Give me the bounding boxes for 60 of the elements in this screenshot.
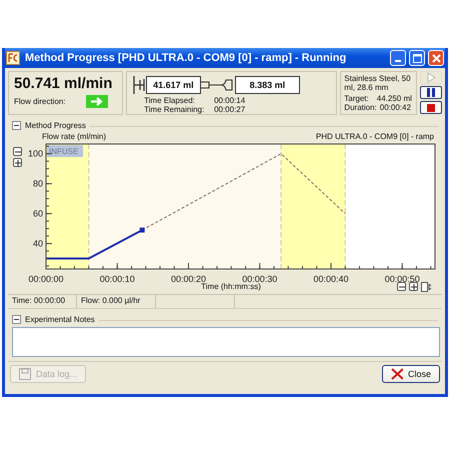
x-tick-label: 00:00:30 xyxy=(242,274,278,284)
time-remaining-label: Time Remaining: xyxy=(144,105,206,114)
plus-icon xyxy=(410,284,417,290)
x-axis-title: Time (hh:mm:ss) xyxy=(201,282,261,291)
stop-icon xyxy=(427,104,435,112)
current-point-marker xyxy=(140,228,145,233)
close-dialog-button[interactable]: Close xyxy=(382,365,440,383)
plunger-icon xyxy=(132,74,146,96)
phase-label: INFUSE xyxy=(47,145,83,157)
close-icon xyxy=(391,368,403,380)
zoom-out-button[interactable] xyxy=(13,147,22,156)
pause-button[interactable] xyxy=(420,86,442,99)
maximize-icon xyxy=(412,54,422,62)
x-tick-label: 00:00:50 xyxy=(384,274,420,284)
duration-value: 00:00:42 xyxy=(380,103,411,112)
flow-direction-label: Flow direction: xyxy=(14,97,66,106)
time-elapsed: 00:00:14 xyxy=(214,96,246,105)
close-icon xyxy=(432,54,440,62)
delivered-volume: 8.383 ml xyxy=(234,76,300,94)
status-text: Flow: 0.000 µl/hr xyxy=(77,295,156,308)
collapse-icon[interactable] xyxy=(12,315,21,324)
stop-button[interactable] xyxy=(420,101,442,114)
notes-field[interactable] xyxy=(12,327,440,357)
fit-view-icon[interactable] xyxy=(421,282,432,292)
minus-icon xyxy=(398,284,405,290)
time-remaining: 00:00:27 xyxy=(214,105,246,114)
y-tick-label: 100 xyxy=(28,148,43,159)
pause-icon xyxy=(426,88,436,97)
collapse-icon[interactable] xyxy=(12,121,21,130)
app-icon xyxy=(6,51,20,65)
x-tick-label: 00:00:20 xyxy=(170,274,206,284)
zoom-in-button[interactable] xyxy=(13,158,22,167)
x-tick-label: 00:00:10 xyxy=(100,274,135,284)
play-icon xyxy=(426,72,436,83)
minimize-button[interactable] xyxy=(390,50,406,66)
group-title: Method Progress xyxy=(25,121,86,130)
y-tick-label: 40 xyxy=(32,238,43,249)
maximize-button[interactable] xyxy=(409,50,425,66)
window-title: Method Progress [PHD ULTRA.0 - COM9 [0] - ramp] - Running xyxy=(25,52,346,64)
zoom-in-button[interactable] xyxy=(409,282,418,291)
flow-rate: 50.741 ml/min xyxy=(14,75,114,92)
x-tick-label: 00:00:40 xyxy=(313,274,348,284)
band-label: INFUSE xyxy=(49,147,78,156)
y-tick-label: 60 xyxy=(32,208,43,219)
duration-label: Duration: xyxy=(344,103,377,112)
x-tick-label: 00:00:00 xyxy=(28,274,64,284)
y-tick-label: 80 xyxy=(32,178,43,189)
target-value: 44.250 ml xyxy=(376,94,412,103)
plus-icon xyxy=(14,160,20,166)
y-axis-title: Flow rate (ml/min) xyxy=(42,132,106,141)
status-text: Time: 00:00:00 xyxy=(8,295,77,308)
syringe-description: Stainless Steel, 50 ml, 28.6 mm xyxy=(344,74,412,92)
syringe-volume: 41.617 ml xyxy=(146,76,201,94)
zoom-out-button[interactable] xyxy=(397,282,406,291)
chart-title: PHD ULTRA.0 - COM9 [0] - ramp xyxy=(316,132,434,141)
close-button[interactable] xyxy=(428,50,444,66)
target-label: Target: xyxy=(344,94,369,103)
minus-icon xyxy=(14,148,20,154)
group-title: Experimental Notes xyxy=(25,315,95,324)
time-elapsed-label: Time Elapsed: xyxy=(144,96,196,105)
